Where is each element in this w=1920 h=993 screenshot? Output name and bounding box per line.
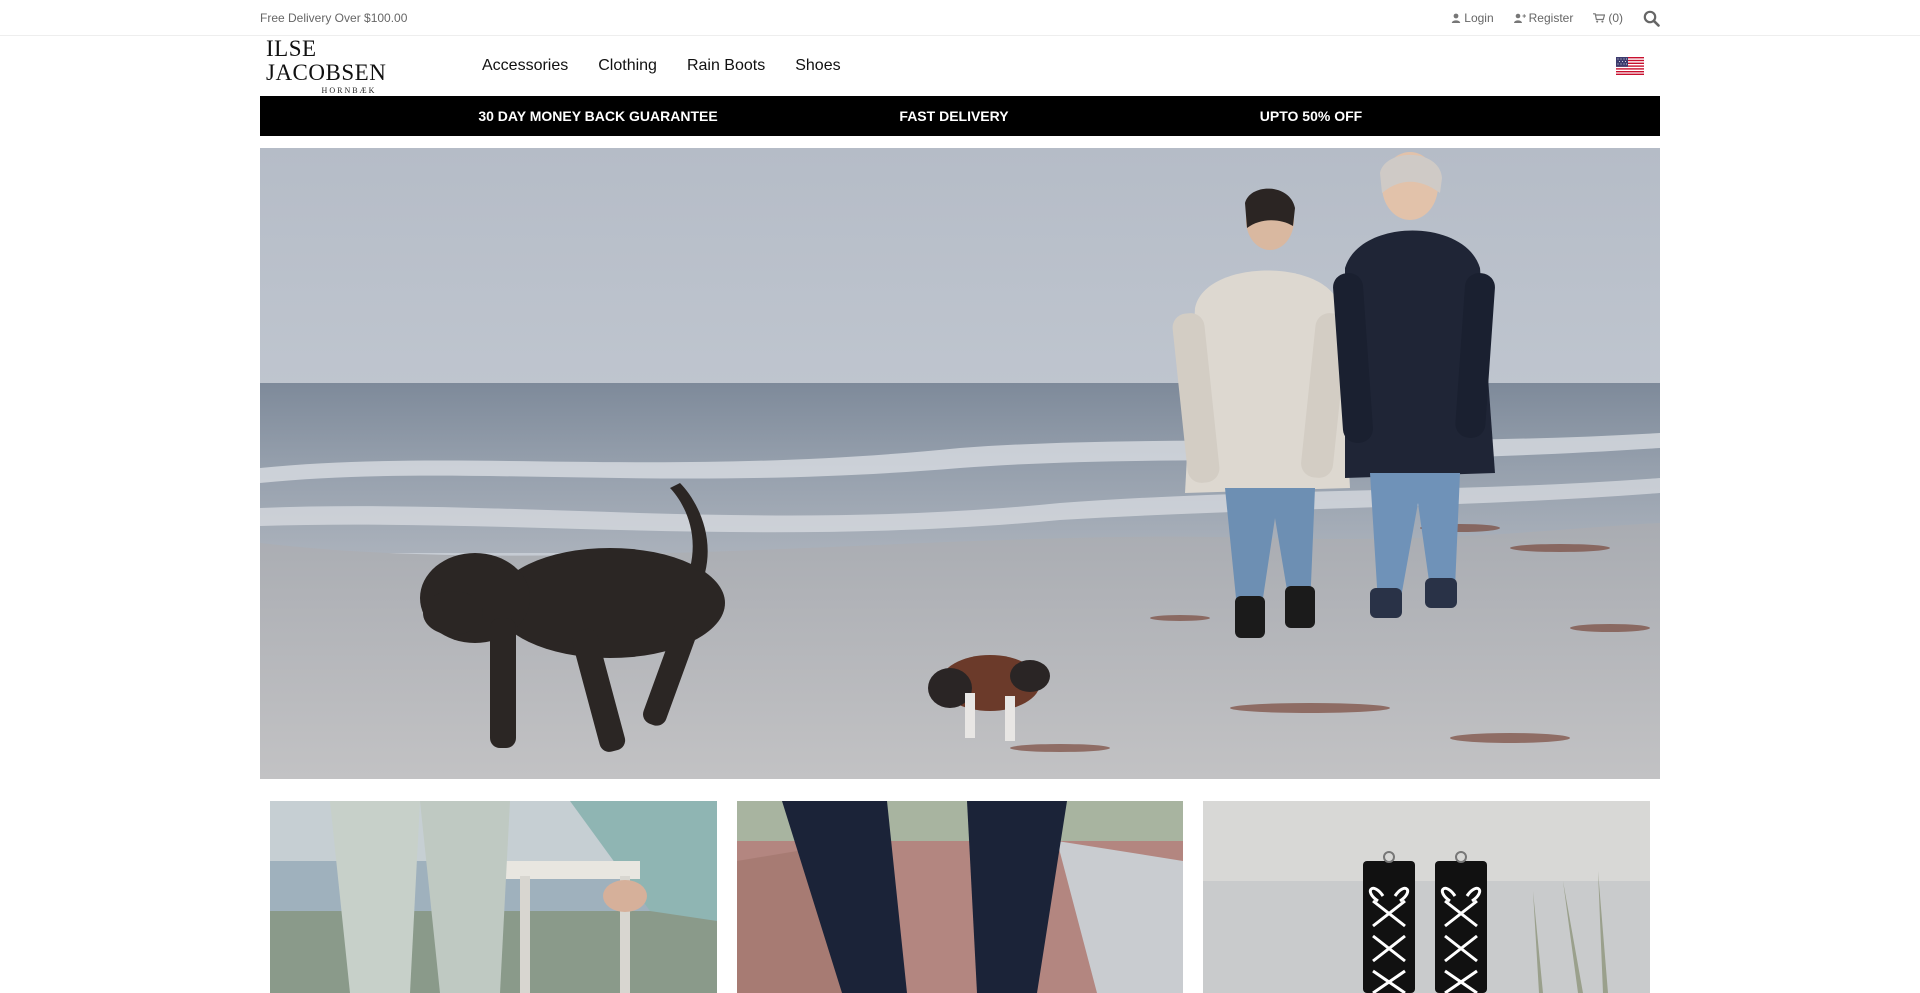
register-label: Register	[1528, 11, 1574, 25]
account-links: Login Register (0)	[1451, 10, 1660, 27]
cart-link[interactable]: (0)	[1593, 11, 1623, 25]
category-tile-1[interactable]	[270, 801, 717, 993]
brand-logo-sub: HORNBÆK	[321, 86, 377, 95]
top-utility-bar: Free Delivery Over $100.00 Login Registe…	[0, 0, 1920, 36]
hero-banner[interactable]	[260, 148, 1660, 779]
login-link[interactable]: Login	[1451, 11, 1494, 25]
main-nav: Accessories Clothing Rain Boots Shoes	[482, 57, 841, 75]
user-icon	[1452, 13, 1461, 23]
cart-icon	[1593, 13, 1606, 23]
nav-accessories[interactable]: Accessories	[482, 57, 568, 75]
login-label: Login	[1464, 11, 1494, 25]
category-tile-2[interactable]	[737, 801, 1183, 993]
category-tile-2-image	[737, 801, 1183, 993]
nav-shoes[interactable]: Shoes	[795, 57, 840, 75]
us-flag-icon[interactable]	[1616, 57, 1644, 75]
benefit-money-back: 30 DAY MONEY BACK GUARANTEE	[478, 108, 718, 124]
category-tile-3-image	[1203, 801, 1650, 993]
search-icon	[1643, 10, 1660, 27]
brand-logo[interactable]: ILSE JACOBSEN HORNBÆK	[266, 36, 432, 96]
main-header: ILSE JACOBSEN HORNBÆK Accessories Clothi…	[260, 36, 1660, 96]
user-plus-icon	[1513, 13, 1526, 23]
nav-clothing[interactable]: Clothing	[598, 57, 657, 75]
free-delivery-promo: Free Delivery Over $100.00	[260, 11, 408, 25]
category-tile-1-image	[270, 801, 717, 993]
top-utility-bar-inner: Free Delivery Over $100.00 Login Registe…	[260, 0, 1660, 36]
cart-count: (0)	[1608, 11, 1623, 25]
benefit-fast-delivery: FAST DELIVERY	[899, 108, 1009, 124]
register-link[interactable]: Register	[1513, 11, 1574, 25]
benefit-discount: UPTO 50% OFF	[1259, 108, 1363, 124]
category-tile-3[interactable]	[1203, 801, 1650, 993]
hero-beach-image	[260, 148, 1660, 779]
search-button[interactable]	[1643, 10, 1660, 27]
benefits-bar: 30 DAY MONEY BACK GUARANTEE FAST DELIVER…	[260, 96, 1660, 136]
brand-logo-main: ILSE JACOBSEN	[266, 36, 387, 85]
nav-rain-boots[interactable]: Rain Boots	[687, 57, 765, 75]
